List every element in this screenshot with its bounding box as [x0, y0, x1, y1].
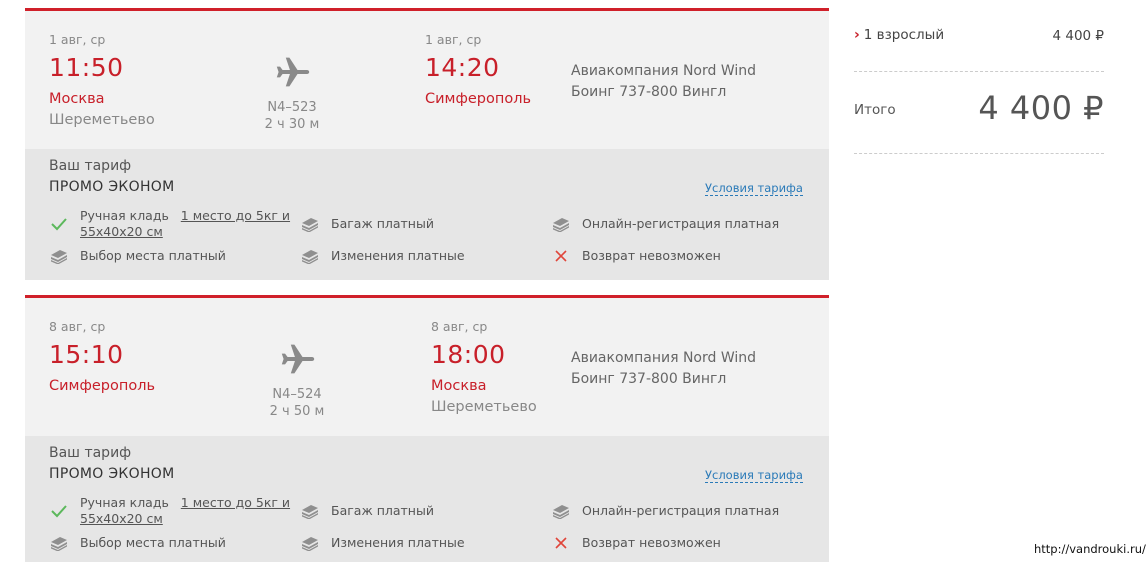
money-stack-icon [300, 214, 320, 232]
divider [854, 153, 1104, 154]
hand-luggage-label: Ручная кладь [80, 208, 169, 223]
money-stack-icon [300, 533, 320, 551]
baggage-feature: Багаж платный [331, 503, 434, 518]
divider [854, 71, 1104, 72]
tariff-name: ПРОМО ЭКОНОМ [49, 179, 175, 195]
watermark-url: http://vandrouki.ru/ [1034, 542, 1146, 556]
changes-feature: Изменения платные [331, 535, 465, 550]
arrival-airport: Шереметьево [431, 399, 537, 415]
changes-feature: Изменения платные [331, 248, 465, 263]
flight-duration: 2 ч 50 м [269, 404, 325, 419]
tariff-panel: Ваш тариф ПРОМО ЭКОНОМ Условия тарифа Ру… [25, 149, 829, 280]
aircraft-model: Боинг 737-800 Вингл [571, 371, 727, 387]
seat-selection-feature: Выбор места платный [80, 535, 226, 550]
flight-duration: 2 ч 30 м [264, 117, 320, 132]
refund-feature: Возврат невозможен [582, 535, 721, 550]
cross-icon [551, 247, 571, 265]
total-price: 4 400 ₽ [978, 89, 1104, 127]
money-stack-icon [49, 246, 69, 264]
departure-date: 8 авг, ср [49, 319, 106, 334]
flight-info: 8 авг, ср 15:10 Симферополь N4–524 2 ч 5… [25, 298, 829, 436]
passengers-label: 1 взрослый [863, 27, 945, 43]
refund-feature: Возврат невозможен [582, 248, 721, 263]
tariff-conditions-link[interactable]: Условия тарифа [705, 468, 803, 483]
hand-luggage-feature: Ручная кладь 1 место до 5кг и 55х40х20 с… [80, 208, 290, 240]
tariff-label: Ваш тариф [49, 445, 132, 461]
checkmark-icon [49, 502, 69, 520]
tariff-panel: Ваш тариф ПРОМО ЭКОНОМ Условия тарифа Ру… [25, 436, 829, 562]
departure-time: 15:10 [49, 340, 124, 369]
flight-segment-return: 8 авг, ср 15:10 Симферополь N4–524 2 ч 5… [25, 295, 829, 562]
hand-luggage-label: Ручная кладь [80, 495, 169, 510]
seat-selection-feature: Выбор места платный [80, 248, 226, 263]
chevron-right-icon: › [854, 27, 860, 43]
flight-info: 1 авг, ср 11:50 Москва Шереметьево N4–52… [25, 11, 829, 149]
airline-name: Авиакомпания Nord Wind [571, 63, 757, 79]
hand-luggage-size-link[interactable]: 1 место до 5кг и [181, 495, 290, 510]
tariff-conditions-link[interactable]: Условия тарифа [705, 181, 803, 196]
hand-luggage-dims-link[interactable]: 55х40х20 см [80, 224, 163, 239]
hand-luggage-dims-link[interactable]: 55х40х20 см [80, 511, 163, 526]
departure-city: Москва [49, 91, 105, 107]
departure-date: 1 авг, ср [49, 32, 106, 47]
departure-time: 11:50 [49, 53, 124, 82]
cross-icon [551, 534, 571, 552]
flight-segment-outbound: 1 авг, ср 11:50 Москва Шереметьево N4–52… [25, 8, 829, 280]
checkin-feature: Онлайн-регистрация платная [582, 503, 780, 518]
plane-icon [274, 54, 312, 90]
money-stack-icon [551, 501, 571, 519]
passengers-toggle[interactable]: › 1 взрослый [854, 27, 944, 43]
money-stack-icon [300, 501, 320, 519]
total-label: Итого [854, 102, 896, 118]
baggage-feature: Багаж платный [331, 216, 434, 231]
checkin-feature: Онлайн-регистрация платная [582, 216, 780, 231]
arrival-city: Симферополь [425, 91, 532, 107]
tariff-label: Ваш тариф [49, 158, 132, 174]
tariff-name: ПРОМО ЭКОНОМ [49, 466, 175, 482]
hand-luggage-feature: Ручная кладь 1 место до 5кг и 55х40х20 с… [80, 495, 290, 527]
flight-number: N4–524 [272, 387, 322, 402]
aircraft-model: Боинг 737-800 Вингл [571, 84, 727, 100]
money-stack-icon [49, 533, 69, 551]
arrival-time: 14:20 [425, 53, 500, 82]
checkmark-icon [49, 215, 69, 233]
departure-city: Симферополь [49, 378, 156, 394]
money-stack-icon [551, 214, 571, 232]
departure-airport: Шереметьево [49, 112, 155, 128]
money-stack-icon [300, 246, 320, 264]
arrival-time: 18:00 [431, 340, 506, 369]
airline-name: Авиакомпания Nord Wind [571, 350, 757, 366]
arrival-date: 8 авг, ср [431, 319, 488, 334]
flight-number: N4–523 [267, 100, 317, 115]
arrival-city: Москва [431, 378, 487, 394]
passenger-price: 4 400 ₽ [1052, 28, 1104, 44]
arrival-date: 1 авг, ср [425, 32, 482, 47]
hand-luggage-size-link[interactable]: 1 место до 5кг и [181, 208, 290, 223]
plane-icon [279, 341, 317, 377]
